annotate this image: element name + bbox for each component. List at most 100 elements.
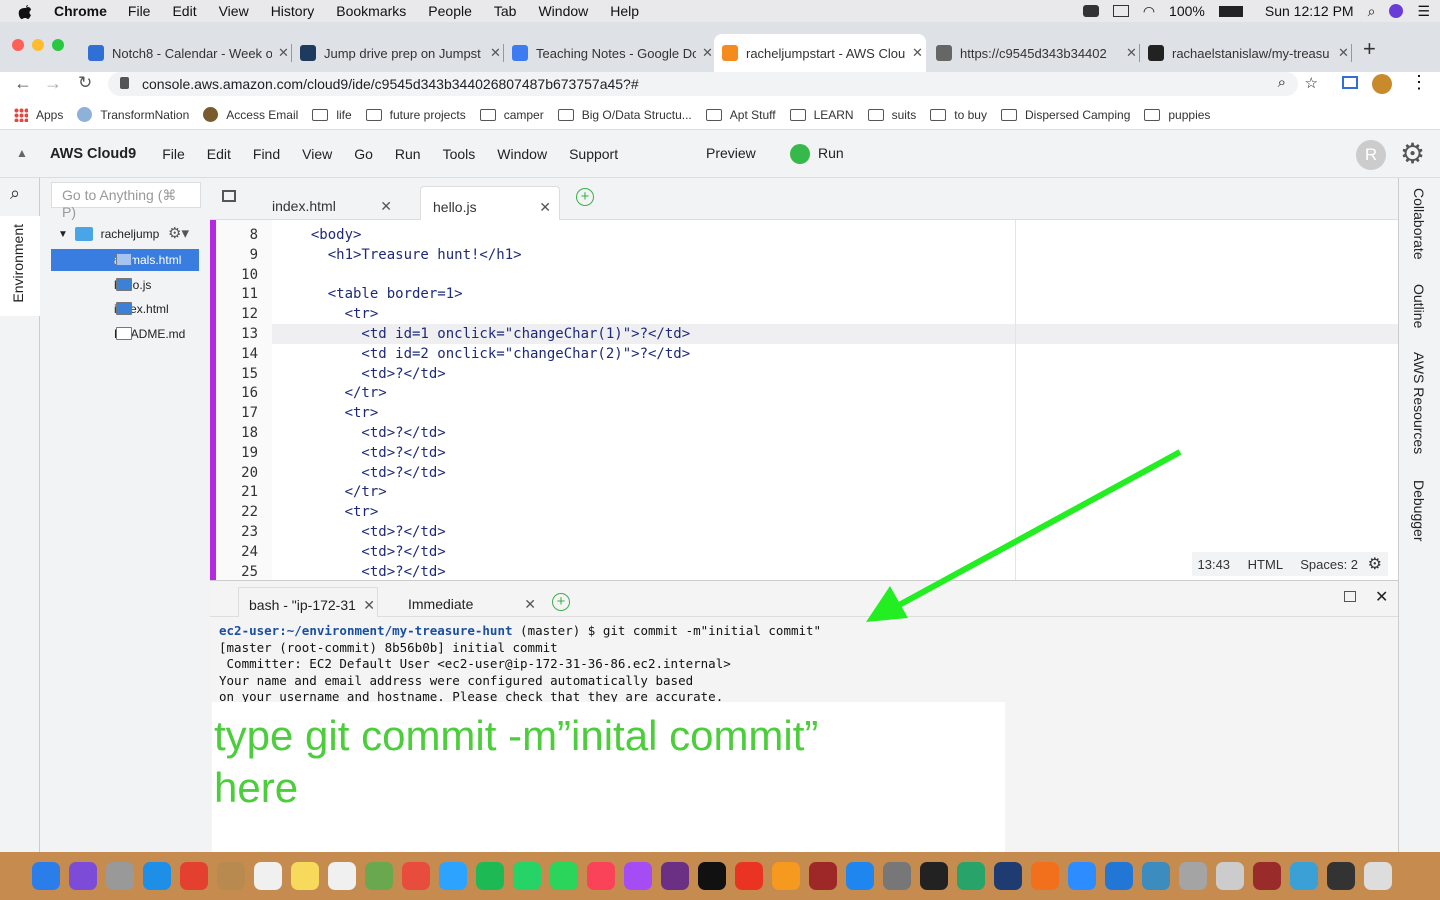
dock-app-icon[interactable]	[217, 862, 245, 890]
dock-app-icon[interactable]	[1290, 862, 1318, 890]
code-line[interactable]: <tr>	[294, 304, 379, 324]
gear-icon[interactable]: ⚙	[1400, 137, 1425, 170]
tab-bash[interactable]: bash - "ip-172-31 ✕	[238, 587, 378, 617]
c9-menu-window[interactable]: Window	[497, 146, 547, 162]
menu-history[interactable]: History	[260, 3, 326, 19]
forward-icon[interactable]: →	[44, 73, 62, 94]
file-item[interactable]: README.md	[51, 323, 199, 345]
browser-tab[interactable]: Notch8 - Calendar - Week o ✕	[80, 34, 292, 72]
c9-menu-tools[interactable]: Tools	[443, 146, 476, 162]
url-field[interactable]: console.aws.amazon.com/cloud9/ide/c9545d…	[108, 72, 1318, 96]
close-icon[interactable]: ✕	[702, 45, 713, 61]
indent-setting[interactable]: Spaces: 2	[1300, 557, 1358, 572]
dock-app-icon[interactable]	[254, 862, 282, 890]
maximize-icon[interactable]	[1344, 591, 1356, 602]
bookmark-item[interactable]: Apps	[14, 107, 63, 122]
clock[interactable]: Sun 12:12 PM	[1265, 3, 1354, 19]
add-terminal-icon[interactable]: +	[552, 593, 570, 611]
code-line[interactable]: <td>?</td>	[294, 522, 445, 542]
dock-app-icon[interactable]	[402, 862, 430, 890]
go-to-anything-input[interactable]: Go to Anything (⌘ P)	[51, 182, 201, 220]
camera-icon[interactable]	[1082, 5, 1099, 17]
terminal-output[interactable]: ec2-user:~/environment/my-treasure-hunt …	[219, 623, 821, 706]
dock-app-icon[interactable]	[143, 862, 171, 890]
code-line[interactable]: <tr>	[294, 502, 379, 522]
dock-app-icon[interactable]	[883, 862, 911, 890]
tab-hello-js[interactable]: hello.js ✕	[420, 186, 560, 220]
close-icon[interactable]: ✕	[1338, 45, 1349, 61]
preview-button[interactable]: Preview	[706, 145, 756, 161]
tree-root[interactable]: ▼ racheljumpstart ⚙▾	[58, 224, 208, 246]
close-panel-icon[interactable]: ✕	[1375, 587, 1388, 607]
browser-tab[interactable]: Teaching Notes - Google Do ✕	[504, 34, 716, 72]
close-window-button[interactable]	[12, 39, 24, 51]
tree-gear-icon[interactable]: ⚙▾	[168, 224, 189, 242]
aws-resources-tab[interactable]: AWS Resources	[1411, 352, 1427, 454]
dock-app-icon[interactable]	[661, 862, 689, 890]
bookmark-item[interactable]: future projects	[365, 108, 466, 122]
file-item[interactable]: animals.html	[51, 249, 199, 271]
dock-app-icon[interactable]	[291, 862, 319, 890]
menu-help[interactable]: Help	[599, 3, 650, 19]
cursor-position[interactable]: 13:43	[1198, 557, 1231, 572]
environment-tab[interactable]: Environment	[0, 216, 40, 316]
wifi-icon[interactable]: ◠	[1143, 3, 1155, 20]
code-line[interactable]: <body>	[294, 225, 362, 245]
bookmark-item[interactable]: LEARN	[789, 108, 854, 122]
browser-tab[interactable]: racheljumpstart - AWS Clou ✕	[714, 34, 926, 72]
bookmark-item[interactable]: Big O/Data Structu...	[557, 108, 692, 122]
dock-app-icon[interactable]	[1142, 862, 1170, 890]
dock-app-icon[interactable]	[994, 862, 1022, 890]
dock-app-icon[interactable]	[698, 862, 726, 890]
dock-app-icon[interactable]	[735, 862, 763, 890]
menu-bookmarks[interactable]: Bookmarks	[325, 3, 417, 19]
browser-tab[interactable]: Jump drive prep on Jumpst ✕	[292, 34, 504, 72]
close-icon[interactable]: ✕	[912, 45, 923, 61]
search-icon[interactable]: ⌕	[10, 183, 20, 204]
dock-app-icon[interactable]	[439, 862, 467, 890]
outline-tab[interactable]: Outline	[1411, 284, 1427, 328]
avatar[interactable]: R	[1356, 140, 1386, 170]
profile-avatar[interactable]	[1372, 74, 1392, 94]
code-line[interactable]: <td>?</td>	[294, 423, 445, 443]
dock-app-icon[interactable]	[1105, 862, 1133, 890]
close-icon[interactable]: ✕	[1126, 45, 1137, 61]
dock-app-icon[interactable]	[809, 862, 837, 890]
bookmark-item[interactable]: life	[312, 108, 352, 122]
c9-menu-find[interactable]: Find	[253, 146, 280, 162]
c9-menu-file[interactable]: File	[162, 146, 185, 162]
bookmark-item[interactable]: Apt Stuff	[705, 108, 776, 122]
file-item[interactable]: hello.js	[51, 274, 199, 296]
dock-app-icon[interactable]	[328, 862, 356, 890]
dock-app-icon[interactable]	[1216, 862, 1244, 890]
debugger-tab[interactable]: Debugger	[1411, 480, 1427, 542]
bookmark-item[interactable]: puppies	[1144, 108, 1210, 122]
dock-app-icon[interactable]	[624, 862, 652, 890]
c9-menu-view[interactable]: View	[302, 146, 332, 162]
code-line[interactable]: <td>?</td>	[294, 463, 445, 483]
airplay-icon[interactable]	[1112, 5, 1129, 17]
code-line[interactable]: <td>?</td>	[294, 364, 445, 384]
dock-app-icon[interactable]	[587, 862, 615, 890]
menu-tab[interactable]: Tab	[483, 3, 528, 19]
cast-icon[interactable]	[1342, 76, 1358, 89]
close-icon[interactable]: ✕	[490, 45, 501, 61]
bookmark-item[interactable]: Dispersed Camping	[1000, 108, 1130, 122]
c9-menu-run[interactable]: Run	[395, 146, 421, 162]
code-line[interactable]: <td>?</td>	[294, 443, 445, 463]
bookmark-item[interactable]: camper	[479, 108, 544, 122]
dock-app-icon[interactable]	[106, 862, 134, 890]
dock-app-icon[interactable]	[920, 862, 948, 890]
menu-edit[interactable]: Edit	[161, 3, 207, 19]
menu-people[interactable]: People	[417, 3, 483, 19]
dock-app-icon[interactable]	[513, 862, 541, 890]
dock-app-icon[interactable]	[365, 862, 393, 890]
dock-app-icon[interactable]	[32, 862, 60, 890]
c9-menu-edit[interactable]: Edit	[207, 146, 231, 162]
code-editor[interactable]: 8 <body> 9 <h1>Treasure hunt!</h1> 10 11 <t…	[210, 220, 1398, 580]
collapse-icon[interactable]: ▲	[16, 146, 28, 160]
control-center-icon[interactable]: ☰	[1417, 3, 1430, 20]
file-item[interactable]: index.html	[51, 298, 199, 320]
bookmark-item[interactable]: to buy	[930, 108, 987, 122]
more-icon[interactable]: ⋮	[1410, 72, 1428, 93]
